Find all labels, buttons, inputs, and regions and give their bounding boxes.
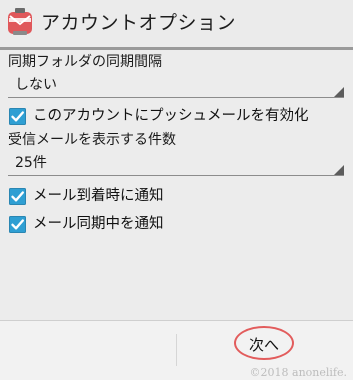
notify-sync-checkbox-row[interactable]: メール同期中を通知 — [9, 214, 209, 236]
receive-count-label: 受信メールを表示する件数 — [8, 132, 176, 148]
notify-sync-label: メール同期中を通知 — [33, 216, 164, 232]
sync-frequency-dropdown[interactable]: しない — [8, 74, 344, 98]
settings-panel: 同期フォルダの同期間隔 しない このアカウントにプッシュメールを有効化 受信メー… — [0, 50, 353, 320]
push-mail-checkbox-row[interactable]: このアカウントにプッシュメールを有効化 — [9, 106, 339, 128]
watermark: ©2018 anonelife. — [249, 366, 347, 379]
notify-new-mail-label: メール到着時に通知 — [33, 188, 164, 204]
checkbox-checked-icon[interactable] — [9, 108, 26, 125]
checkbox-checked-icon[interactable] — [9, 216, 26, 233]
mail-robot-app-icon — [8, 8, 32, 35]
dropdown-corner-icon — [334, 165, 344, 175]
receive-count-dropdown[interactable]: 25件 — [8, 152, 344, 176]
checkbox-checked-icon[interactable] — [9, 188, 26, 205]
button-separator — [176, 334, 177, 366]
sync-frequency-value: しない — [15, 77, 57, 93]
notify-new-mail-checkbox-row[interactable]: メール到着時に通知 — [9, 186, 209, 208]
page-title: アカウントオプション — [41, 12, 237, 34]
dropdown-underline — [8, 97, 344, 98]
dropdown-corner-icon — [334, 87, 344, 97]
receive-count-value: 25件 — [15, 155, 47, 171]
sync-frequency-label: 同期フォルダの同期間隔 — [8, 54, 162, 70]
title-bar: アカウントオプション — [0, 0, 353, 47]
dropdown-underline — [8, 175, 344, 176]
push-mail-label: このアカウントにプッシュメールを有効化 — [33, 108, 309, 124]
next-button[interactable]: 次へ — [234, 326, 294, 360]
